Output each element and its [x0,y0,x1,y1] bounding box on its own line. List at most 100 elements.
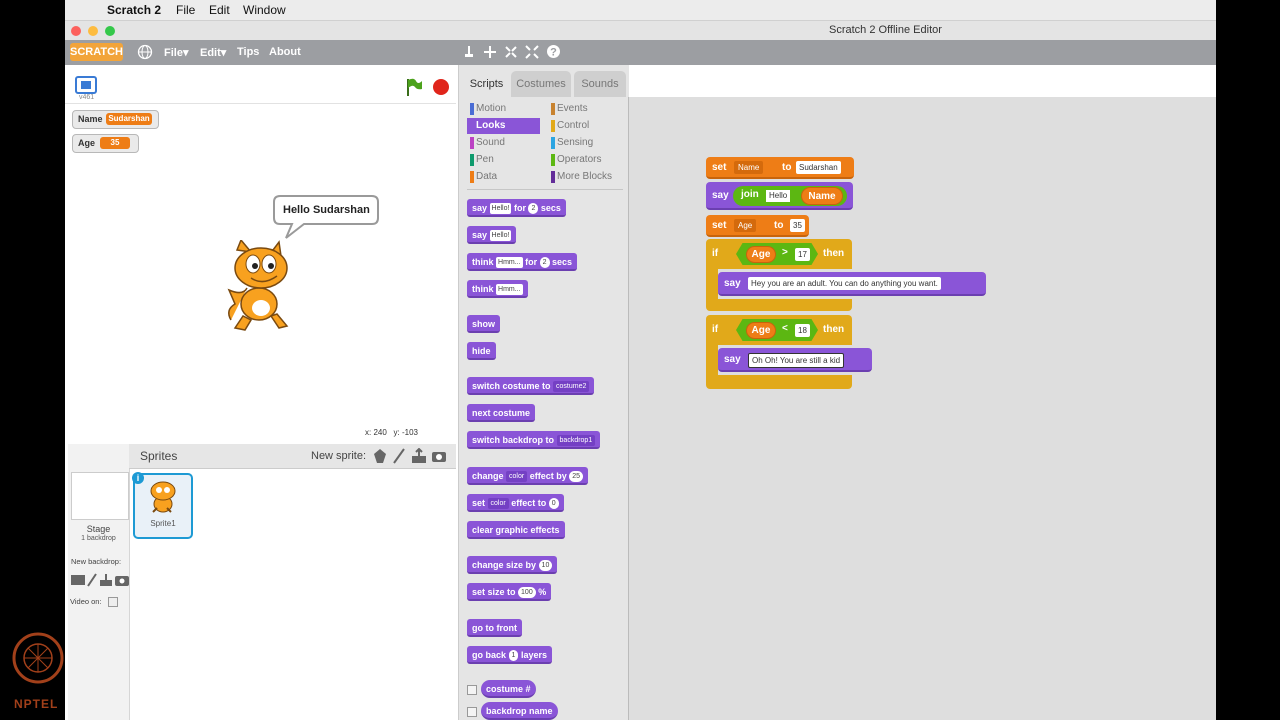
block-set-size[interactable]: set size to 100 % [467,583,552,601]
fullscreen-icon[interactable] [75,76,97,94]
stage-thumbnail[interactable] [71,472,129,520]
block-input[interactable]: Hmm... [496,284,523,296]
camera-backdrop-icon[interactable] [115,574,129,586]
category-looks[interactable]: Looks [476,120,505,131]
block-input[interactable]: Hello! [489,230,512,242]
sprite-thumbnail-sprite1[interactable]: Sprite1 [133,473,193,539]
value-input[interactable]: Sudarshan [796,161,841,174]
category-control[interactable]: Control [551,120,589,132]
menu-edit[interactable]: Edit [209,3,230,17]
category-operators[interactable]: Operators [551,154,601,166]
block-show[interactable]: show [467,315,501,333]
block-say-adult[interactable]: say Hey you are an adult. You can do any… [718,272,986,296]
block-think-for-secs[interactable]: think Hmm... for 2 secs [467,253,578,271]
scratch-menu-edit[interactable]: Edit▾ [200,46,226,59]
category-more-blocks[interactable]: More Blocks [551,171,612,183]
upload-backdrop-icon[interactable] [99,573,113,587]
category-pen[interactable]: Pen [470,154,494,166]
scratch-menu-file[interactable]: File▾ [164,46,188,59]
category-sensing[interactable]: Sensing [551,137,593,149]
block-hide[interactable]: hide [467,342,496,360]
block-dropdown[interactable]: color [506,471,528,483]
message-input[interactable]: Hey you are an adult. You can do anythin… [748,277,941,290]
block-change-size[interactable]: change size by 10 [467,556,558,574]
variable-reporter[interactable]: Age [746,322,776,339]
paint-new-sprite-icon[interactable] [392,448,406,464]
block-set-age[interactable]: set Age to 35 [706,215,809,237]
tab-scripts[interactable]: Scripts [464,71,509,97]
value-input[interactable]: 35 [790,219,805,232]
block-go-back-layers[interactable]: go back 1 layers [467,646,552,664]
block-go-to-front[interactable]: go to front [467,619,522,637]
menu-file[interactable]: File [176,3,195,17]
join-operator[interactable]: join Hello Name [733,186,847,206]
upload-sprite-icon[interactable] [411,448,427,464]
block-think[interactable]: think Hmm... [467,280,528,298]
category-motion[interactable]: Motion [470,103,506,115]
backdrop-library-icon[interactable] [71,574,85,586]
block-next-costume[interactable]: next costume [467,404,536,422]
block-set-name[interactable]: set Name to Sudarshan [706,157,854,179]
paint-backdrop-icon[interactable] [87,573,97,587]
scratch-logo[interactable]: SCRATCH [70,43,123,61]
sprite-info-icon[interactable]: i [132,472,144,484]
block-input[interactable]: 25 [569,471,584,483]
block-dropdown[interactable]: color [487,498,509,510]
block-input[interactable]: Hmm... [496,257,523,269]
block-dropdown[interactable]: costume2 [553,381,590,393]
zoom-window-button[interactable] [105,26,115,36]
help-icon[interactable]: ? [546,44,561,59]
grow-icon[interactable] [504,45,518,59]
category-sound[interactable]: Sound [470,137,505,149]
menu-app-name[interactable]: Scratch 2 [107,3,161,17]
video-on-checkbox[interactable] [108,597,118,607]
cat-sprite-icon[interactable] [221,240,301,335]
join-input[interactable]: Hello [766,190,791,202]
choose-sprite-library-icon[interactable] [373,448,387,464]
variable-dropdown[interactable]: Name [734,161,764,174]
number-input[interactable]: 17 [795,248,810,261]
block-dropdown[interactable]: backdrop1 [556,435,596,447]
variable-dropdown[interactable]: Age [734,219,757,232]
stage[interactable]: Name Sudarshan Age 35 Hello Sudarshan [65,103,456,426]
block-say[interactable]: say Hello! [467,226,517,244]
minimize-window-button[interactable] [88,26,98,36]
block-set-effect[interactable]: set color effect to 0 [467,494,564,512]
block-switch-backdrop[interactable]: switch backdrop to backdrop1 [467,431,601,449]
message-input[interactable]: Oh Oh! You are still a kid [748,353,845,368]
costume-number-checkbox[interactable] [467,685,477,695]
block-switch-costume[interactable]: switch costume to costume2 [467,377,595,395]
variable-reporter[interactable]: Name [801,187,843,205]
number-input[interactable]: 18 [795,324,810,337]
variable-reporter[interactable]: Age [746,246,776,263]
block-say-join[interactable]: say join Hello Name [706,182,853,210]
block-change-effect[interactable]: change color effect by 25 [467,467,589,485]
menu-window[interactable]: Window [243,3,286,17]
block-input[interactable]: 2 [528,203,539,215]
category-data[interactable]: Data [470,171,497,183]
block-input[interactable]: 100 [518,587,536,599]
scripts-area[interactable]: set Name to Sudarshan say join Hello Nam… [628,97,1216,720]
tab-sounds[interactable]: Sounds [574,71,626,97]
duplicate-stamp-icon[interactable] [462,45,476,59]
stop-button[interactable] [433,79,449,95]
category-events[interactable]: Events [551,103,588,115]
reporter-backdrop-name[interactable]: backdrop name [481,702,558,720]
close-window-button[interactable] [71,26,81,36]
language-globe-icon[interactable] [137,44,153,60]
camera-sprite-icon[interactable] [431,449,447,463]
delete-cut-icon[interactable] [483,45,497,59]
scratch-menu-about[interactable]: About [269,46,301,58]
green-flag-icon[interactable] [405,77,423,97]
block-clear-graphic-effects[interactable]: clear graphic effects [467,521,565,539]
shrink-icon[interactable] [525,45,539,59]
reporter-costume-number[interactable]: costume # [481,680,536,698]
block-input[interactable]: 1 [508,650,519,662]
block-say-for-secs[interactable]: say Hello! for 2 secs [467,199,566,217]
tab-costumes[interactable]: Costumes [511,71,571,97]
backdrop-name-checkbox[interactable] [467,707,477,717]
block-say-kid[interactable]: say Oh Oh! You are still a kid [718,348,872,372]
block-input[interactable]: 0 [548,498,559,510]
block-input[interactable]: 10 [538,560,553,572]
block-input[interactable]: Hello! [489,203,512,215]
